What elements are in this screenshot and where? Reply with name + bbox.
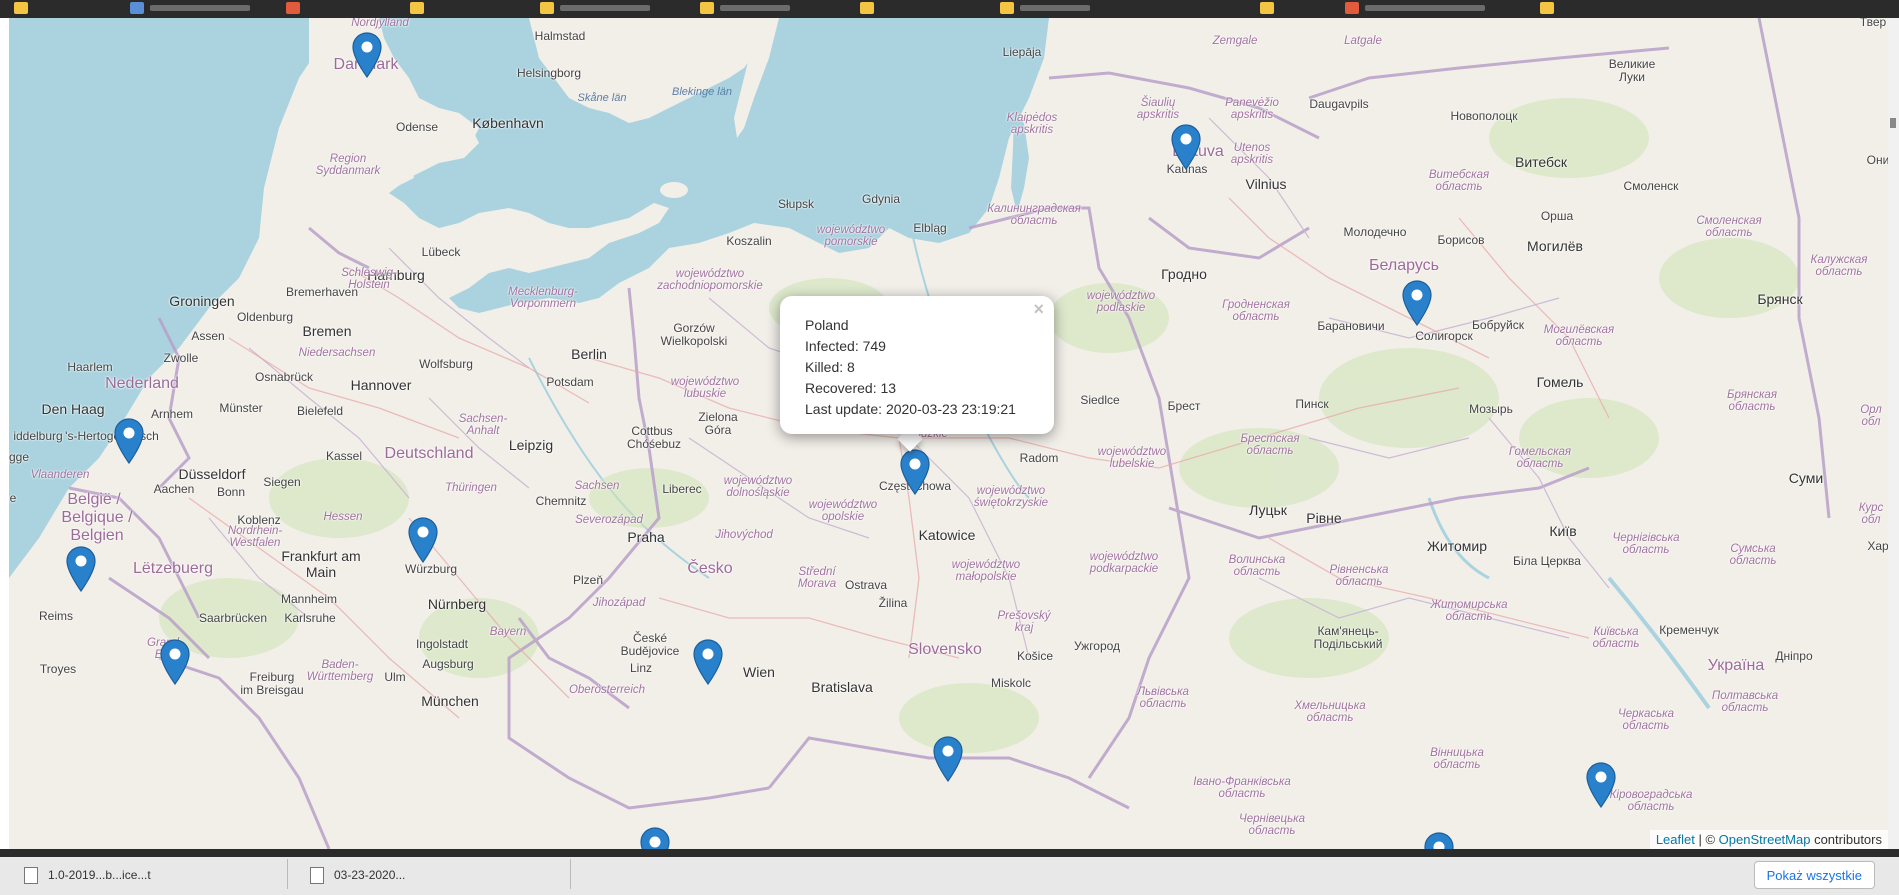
bookmark-icon[interactable] bbox=[1345, 2, 1359, 14]
bookmarks-bar bbox=[0, 0, 1899, 18]
leaflet-link[interactable]: Leaflet bbox=[1656, 832, 1695, 847]
map-pin-icon bbox=[933, 736, 963, 783]
map-pin-icon bbox=[900, 449, 930, 496]
popup-infected: Infected: 749 bbox=[805, 338, 886, 354]
marker-ukraina[interactable] bbox=[1586, 762, 1616, 809]
scroll-arrow-icon[interactable] bbox=[1890, 118, 1896, 128]
popup: × Poland Infected: 749 Killed: 8 Recover… bbox=[780, 296, 1054, 434]
file-icon bbox=[24, 866, 38, 884]
map-pin-icon bbox=[160, 639, 190, 686]
popup-content: Poland Infected: 749 Killed: 8 Recovered… bbox=[805, 315, 1016, 420]
folder-icon[interactable] bbox=[1000, 2, 1014, 14]
divider bbox=[570, 859, 571, 889]
marker-nederland[interactable] bbox=[114, 418, 144, 465]
map-pin-icon bbox=[1424, 832, 1454, 849]
popup-killed: Killed: 8 bbox=[805, 359, 855, 375]
popup-last-update: Last update: 2020-03-23 23:19:21 bbox=[805, 401, 1016, 417]
marker-polska[interactable] bbox=[900, 449, 930, 496]
bookmark-label[interactable] bbox=[150, 5, 250, 11]
marker-slovensko[interactable] bbox=[933, 736, 963, 783]
map-pin-icon bbox=[352, 32, 382, 79]
close-icon[interactable]: × bbox=[1033, 300, 1044, 318]
divider bbox=[287, 859, 288, 889]
map-pin-icon bbox=[1586, 762, 1616, 809]
folder-icon[interactable] bbox=[540, 2, 554, 14]
marker-letzebuerg[interactable] bbox=[160, 639, 190, 686]
attribution-suffix: contributors bbox=[1810, 832, 1882, 847]
folder-icon[interactable] bbox=[410, 2, 424, 14]
bookmark-label[interactable] bbox=[720, 5, 790, 11]
bookmark-label[interactable] bbox=[560, 5, 650, 11]
map-container[interactable]: Blekinge län Skåne län Danmark Lietuva Б… bbox=[9, 18, 1888, 849]
bookmark-label[interactable] bbox=[1020, 5, 1090, 11]
bookmark-label[interactable] bbox=[1365, 5, 1485, 11]
popup-country: Poland bbox=[805, 317, 849, 333]
download-item[interactable]: 03-23-2020... bbox=[310, 863, 405, 887]
attribution-separator: | © bbox=[1694, 832, 1719, 847]
map-pin-icon bbox=[1171, 124, 1201, 171]
marker-deutschland[interactable] bbox=[408, 517, 438, 564]
map-pin-icon bbox=[408, 517, 438, 564]
map-pin-icon bbox=[1402, 280, 1432, 327]
folder-icon[interactable] bbox=[700, 2, 714, 14]
file-icon bbox=[310, 866, 324, 884]
map-attribution: Leaflet | © OpenStreetMap contributors bbox=[1649, 830, 1888, 849]
marker-osterreich[interactable] bbox=[640, 827, 670, 849]
map-pin-icon bbox=[640, 827, 670, 849]
vertical-scrollbar[interactable] bbox=[1888, 18, 1899, 849]
show-all-button[interactable]: Pokaż wszystkie bbox=[1753, 861, 1875, 889]
marker-bottom-right[interactable] bbox=[1424, 832, 1454, 849]
download-name: 03-23-2020... bbox=[334, 868, 406, 882]
apps-icon[interactable] bbox=[14, 2, 28, 14]
download-item[interactable]: 1.0-2019...b...ice...t bbox=[24, 863, 151, 887]
popup-recovered: Recovered: 13 bbox=[805, 380, 897, 396]
download-name: 1.0-2019...b...ice...t bbox=[48, 868, 151, 882]
marker-belgie[interactable] bbox=[66, 546, 96, 593]
folder-icon[interactable] bbox=[1260, 2, 1274, 14]
marker-danmark[interactable] bbox=[352, 32, 382, 79]
map-pin-icon bbox=[114, 418, 144, 465]
bookmark-icon[interactable] bbox=[286, 2, 300, 14]
downloads-bar: 1.0-2019...b...ice...t 03-23-2020... Pok… bbox=[0, 849, 1899, 895]
folder-icon[interactable] bbox=[860, 2, 874, 14]
marker-belarus[interactable] bbox=[1402, 280, 1432, 327]
map-pin-icon bbox=[693, 639, 723, 686]
marker-lietuva[interactable] bbox=[1171, 124, 1201, 171]
bookmark-icon[interactable] bbox=[130, 2, 144, 14]
map-pin-icon bbox=[66, 546, 96, 593]
marker-cesko[interactable] bbox=[693, 639, 723, 686]
folder-icon[interactable] bbox=[1540, 2, 1554, 14]
osm-link[interactable]: OpenStreetMap bbox=[1719, 832, 1811, 847]
